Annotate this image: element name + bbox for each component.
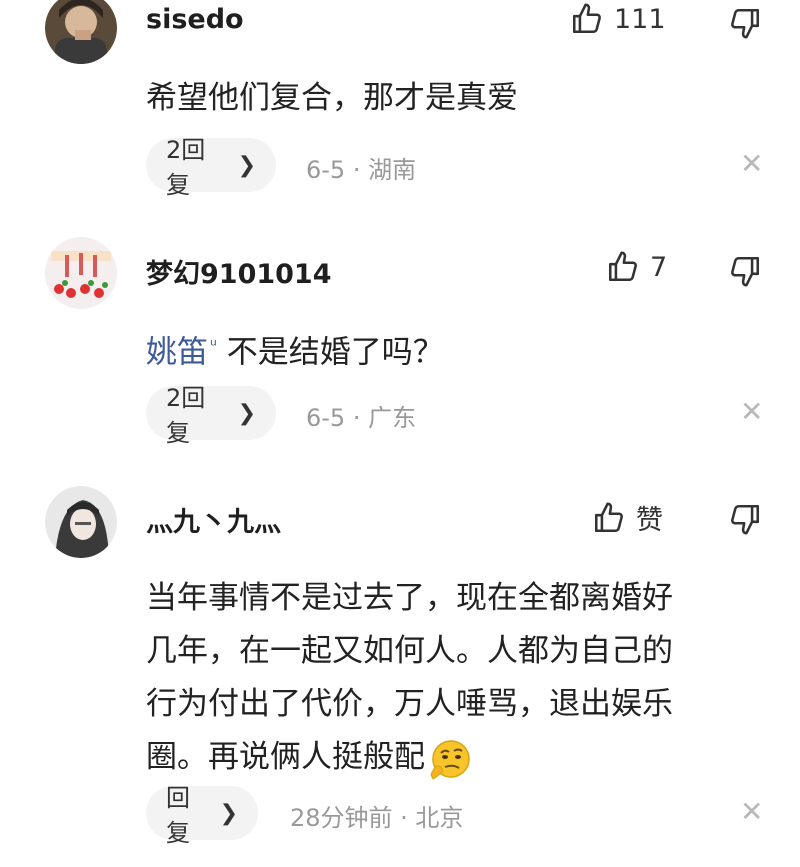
- chevron-right-icon: ❯: [237, 400, 256, 426]
- comment-text: 姚笛 ᵘ 不是结婚了吗？: [146, 320, 444, 379]
- comment-meta: 6-5 · 广东: [306, 404, 417, 432]
- thumbs-down-icon: [728, 254, 762, 288]
- mention-link[interactable]: 姚笛: [146, 334, 208, 370]
- thumbs-down-icon: [728, 502, 762, 536]
- comment-text: 希望他们复合，那才是真爱: [146, 80, 518, 116]
- avatar[interactable]: [45, 237, 117, 309]
- reply-button[interactable]: 2回复 ❯: [146, 136, 276, 199]
- comment-line: 行为付出了代价，万人唾骂，退出娱乐: [146, 686, 673, 722]
- like-count: 赞: [636, 505, 663, 536]
- reply-button[interactable]: 2回复 ❯: [146, 384, 276, 447]
- search-icon: ᵘ: [210, 336, 217, 356]
- reply-label: 回复: [166, 784, 190, 847]
- dislike-button[interactable]: [728, 502, 762, 536]
- dislike-button[interactable]: [728, 6, 762, 40]
- thinking-emoji: [430, 739, 470, 780]
- like-button[interactable]: 赞: [592, 498, 663, 537]
- reply-label: 2回复: [166, 384, 206, 447]
- chevron-right-icon: ❯: [237, 152, 256, 178]
- dislike-button[interactable]: [728, 254, 762, 288]
- close-icon[interactable]: ✕: [740, 398, 763, 426]
- thumbs-up-icon: [606, 250, 640, 284]
- close-icon[interactable]: ✕: [740, 150, 763, 178]
- comment-line: 几年，在一起又如何人。人都为自己的: [146, 633, 673, 669]
- thumbs-up-icon: [570, 2, 604, 36]
- comment-text: 当年事情不是过去了，现在全都离婚好 几年，在一起又如何人。人都为自己的 行为付出…: [146, 572, 673, 784]
- comment-meta: 6-5 · 湖南: [306, 156, 417, 184]
- comment-body: 不是结婚了吗？: [226, 334, 444, 371]
- reply-label: 2回复: [166, 136, 206, 199]
- like-count: 111: [614, 3, 666, 35]
- username[interactable]: sisedo: [146, 4, 244, 35]
- like-count: 7: [650, 251, 668, 283]
- thumbs-down-icon: [728, 6, 762, 40]
- comment-line-last: 圈。再说俩人挺般配: [146, 731, 673, 784]
- like-button[interactable]: 111: [570, 2, 666, 36]
- reply-button[interactable]: 回复 ❯: [146, 784, 258, 847]
- comment-line: 当年事情不是过去了，现在全都离婚好: [146, 580, 673, 616]
- comment-meta: 28分钟前 · 北京: [290, 804, 464, 832]
- close-icon[interactable]: ✕: [740, 798, 763, 826]
- comment-line: 圈。再说俩人挺般配: [146, 739, 425, 775]
- avatar[interactable]: [45, 486, 117, 558]
- thumbs-up-icon: [592, 501, 626, 535]
- avatar[interactable]: [45, 0, 117, 64]
- username[interactable]: 梦幻9101014: [146, 252, 332, 291]
- username[interactable]: 灬九丶九灬: [146, 500, 281, 539]
- chevron-right-icon: ❯: [219, 800, 238, 826]
- like-button[interactable]: 7: [606, 250, 667, 284]
